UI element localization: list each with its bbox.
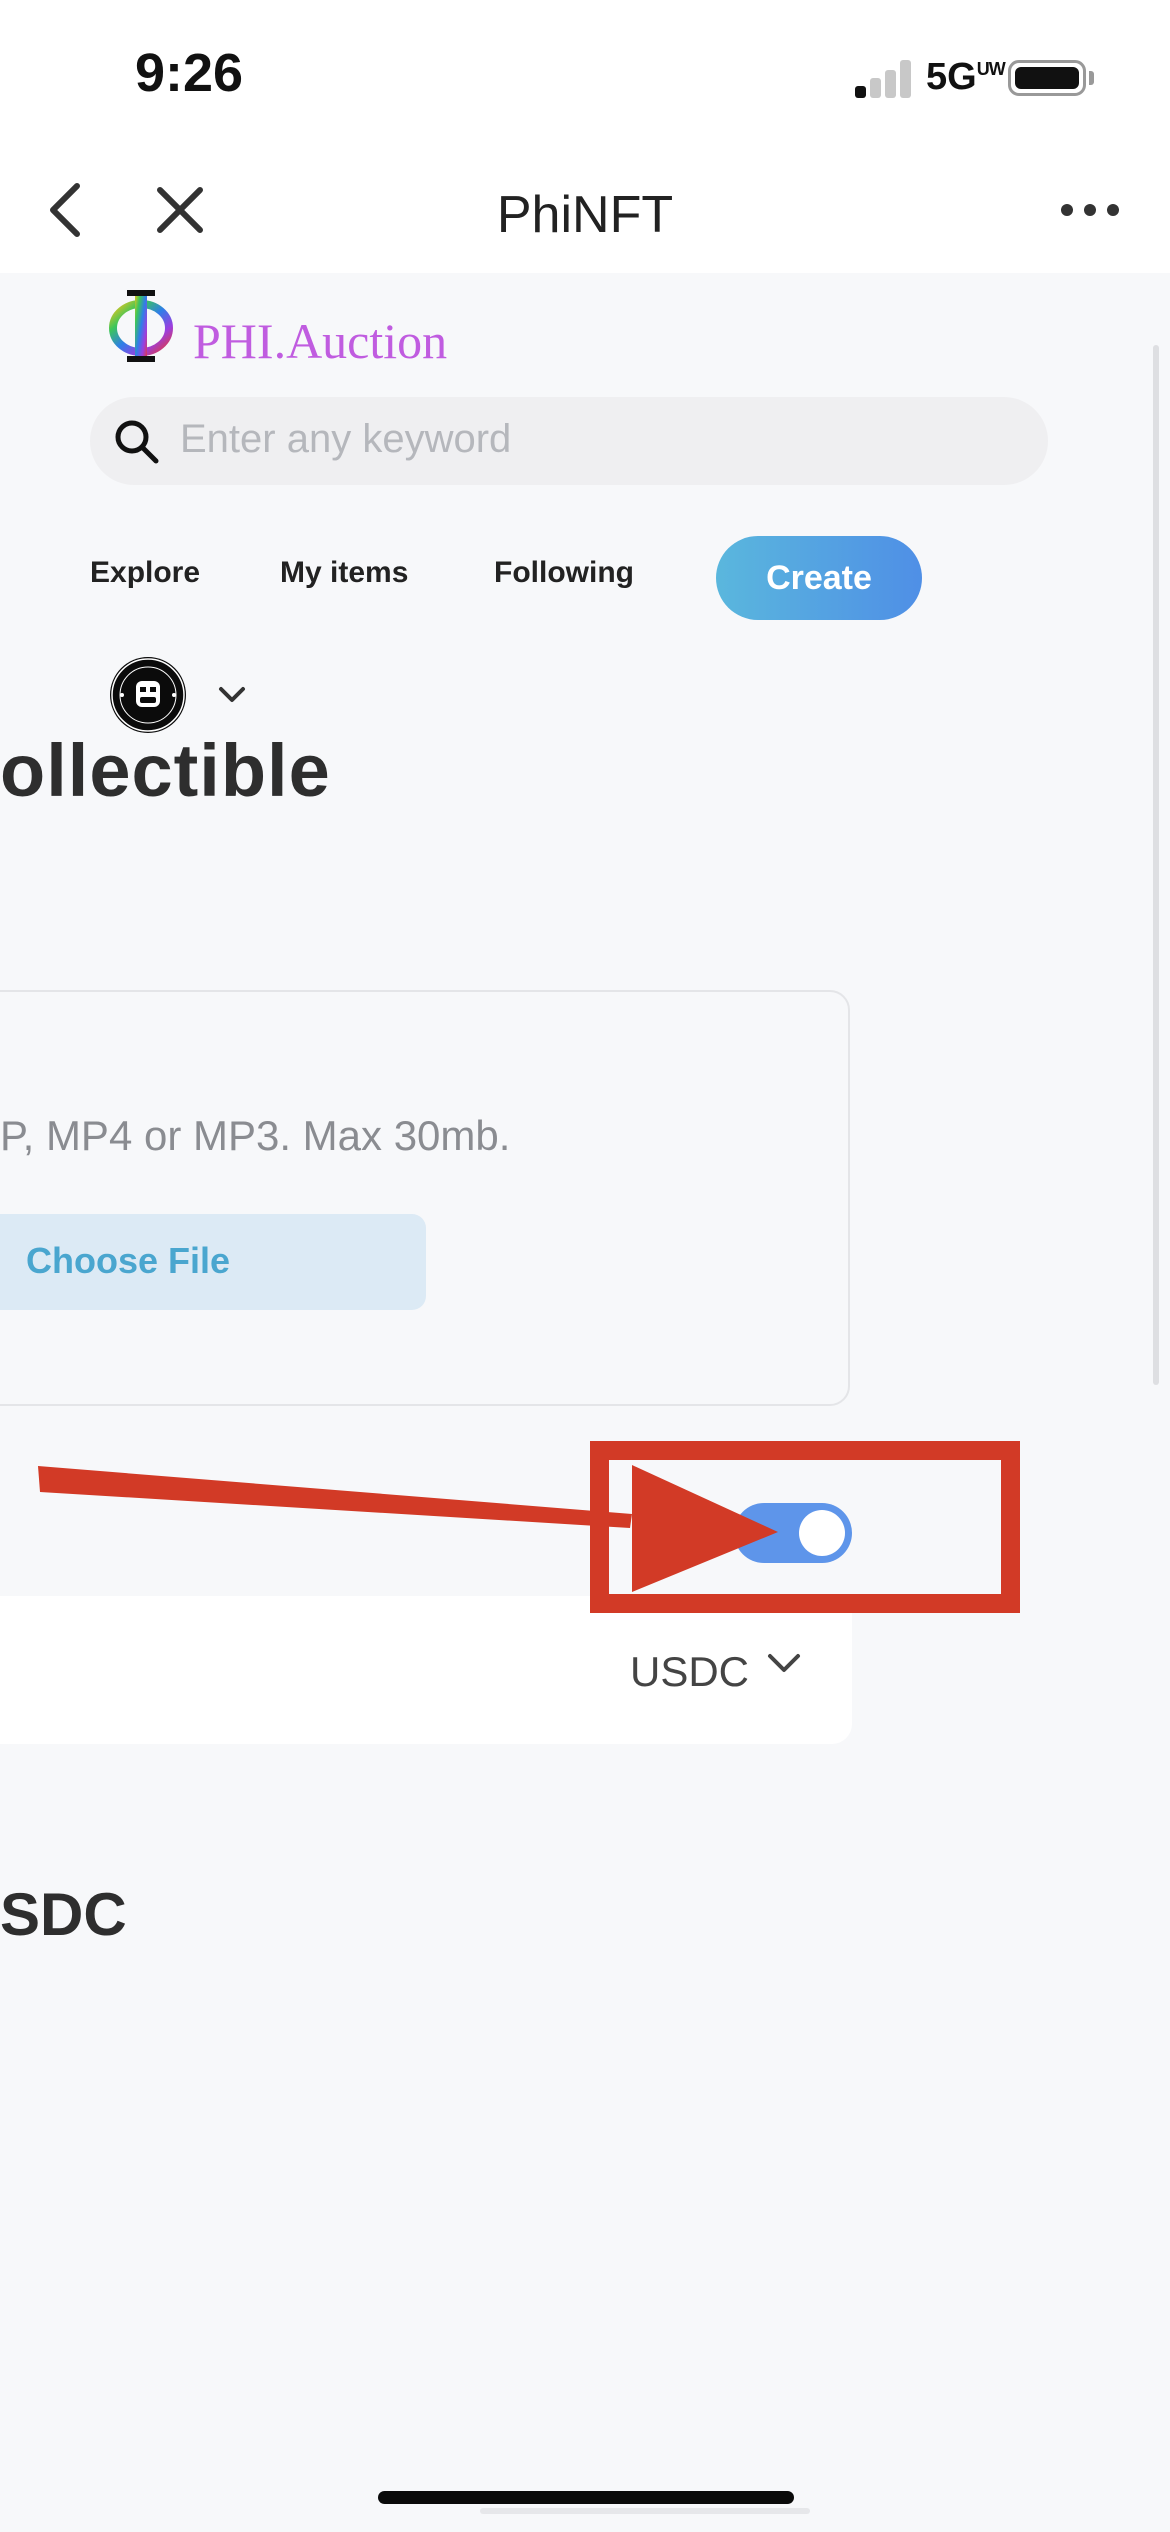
home-indicator-shadow [480,2508,810,2514]
annotation-arrow-icon [38,1465,778,1592]
home-indicator[interactable] [378,2491,794,2504]
